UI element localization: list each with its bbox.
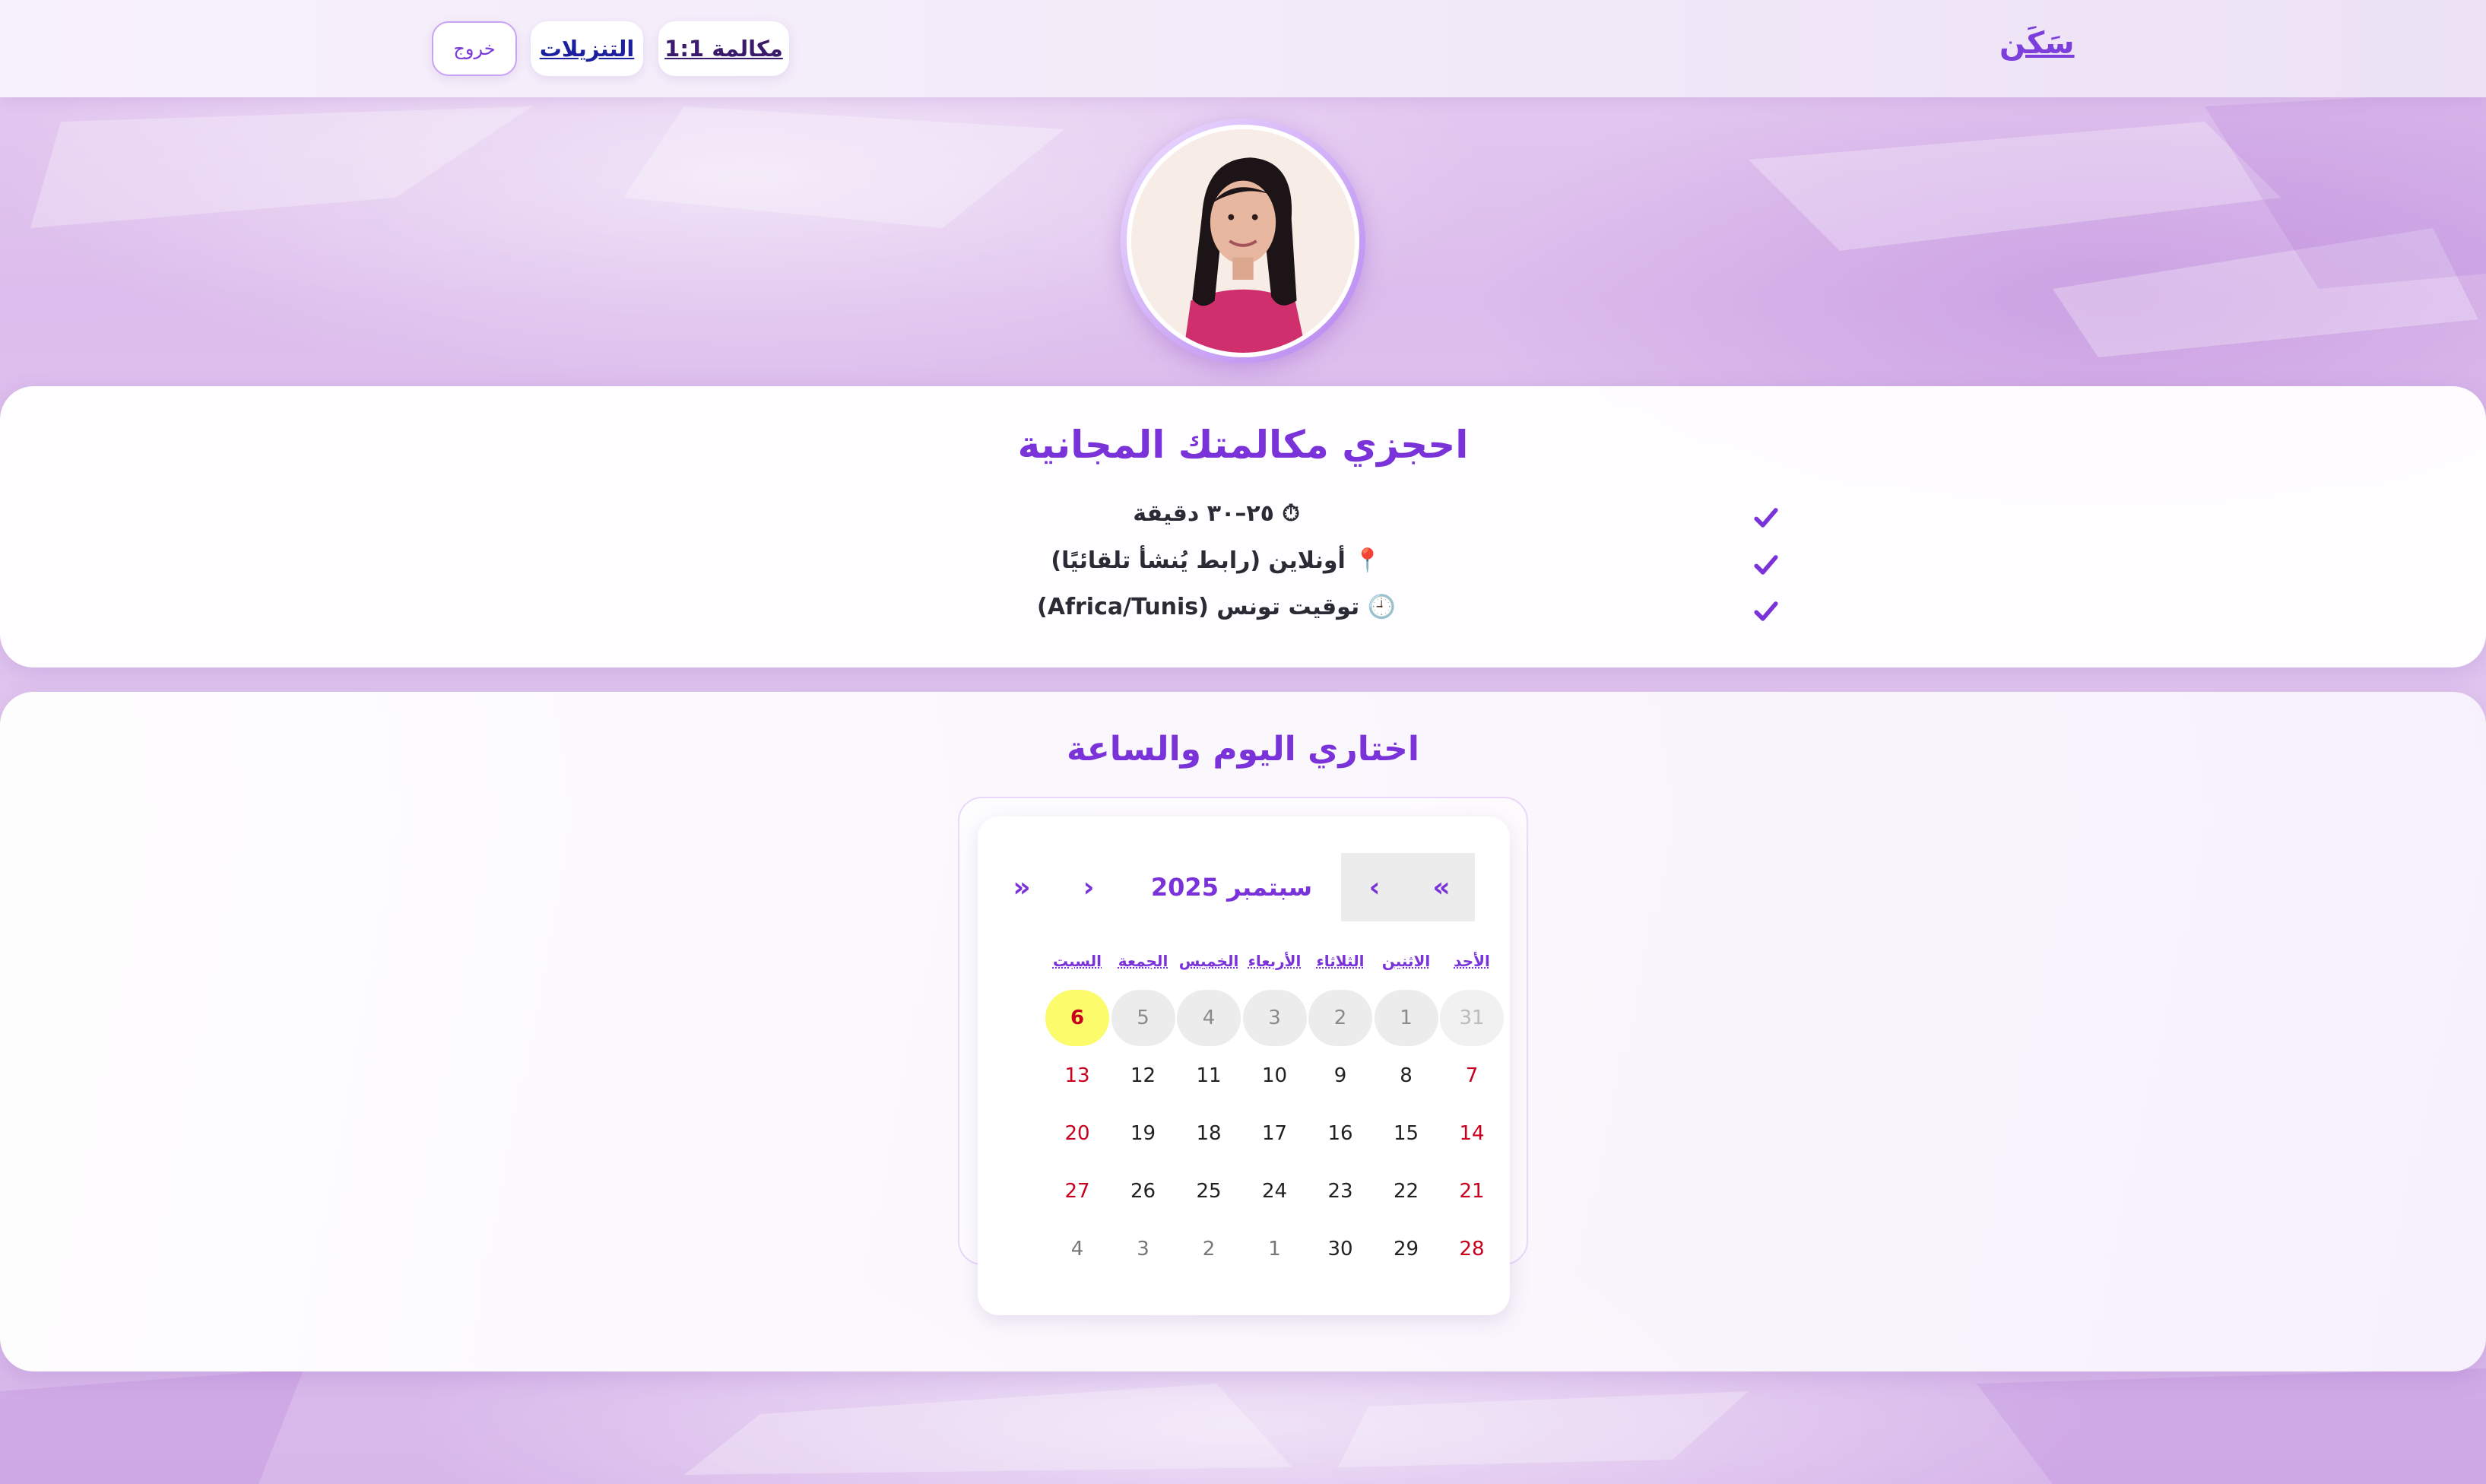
calendar-day[interactable]: 4 <box>1045 1221 1109 1277</box>
info-item-duration: ⏱ ٢٥–٣٠ دقيقة <box>0 500 2486 538</box>
calendar-day[interactable]: 19 <box>1111 1105 1175 1162</box>
weekday-header: السبت <box>1052 952 1102 970</box>
calendar-day[interactable]: 21 <box>1440 1163 1504 1219</box>
calendar-day[interactable]: 8 <box>1375 1048 1438 1104</box>
stopwatch-icon: ⏱ <box>1282 500 1300 527</box>
calendar-day[interactable]: 2 <box>1308 990 1372 1046</box>
info-item-text: أونلاين (رابط يُنشأ تلقائيًا) <box>1051 547 1346 574</box>
calendar-day-today[interactable]: 6 <box>1045 990 1109 1046</box>
calendar-day[interactable]: 22 <box>1375 1163 1438 1219</box>
calendar-day[interactable]: 17 <box>1243 1105 1307 1162</box>
calendar-day[interactable]: 1 <box>1243 1221 1307 1277</box>
booking-title: احجزي مكالمتك المجانية <box>1017 423 1469 467</box>
calendar-day[interactable]: 2 <box>1177 1221 1241 1277</box>
call-booking-link[interactable]: مكالمة 1:1 <box>658 21 789 76</box>
calendar-day[interactable]: 18 <box>1177 1105 1241 1162</box>
calendar-day[interactable]: 24 <box>1243 1163 1307 1219</box>
prev-month-button[interactable]: ‹ <box>1341 853 1408 921</box>
month-year-label[interactable]: سبتمبر 2025 <box>1122 853 1341 921</box>
calendar-day[interactable]: 29 <box>1375 1221 1438 1277</box>
calendar-day[interactable]: 27 <box>1045 1163 1109 1219</box>
calendar-day[interactable]: 4 <box>1177 990 1241 1046</box>
downloads-link[interactable]: التنزيلات <box>531 21 643 76</box>
checkmark-icon <box>1754 555 1778 575</box>
calendar-day[interactable]: 23 <box>1308 1163 1372 1219</box>
next-month-button[interactable]: › <box>1055 853 1122 921</box>
info-item-location: 📍 أونلاين (رابط يُنشأ تلقائيًا) <box>0 547 2486 585</box>
calendar-day[interactable]: 3 <box>1111 1221 1175 1277</box>
info-item-text: ٢٥–٣٠ دقيقة <box>1133 500 1274 527</box>
calendar-day[interactable]: 15 <box>1375 1105 1438 1162</box>
calendar-day[interactable]: 30 <box>1308 1221 1372 1277</box>
calendar-day[interactable]: 20 <box>1045 1105 1109 1162</box>
calendar-day[interactable]: 12 <box>1111 1048 1175 1104</box>
calendar-day[interactable]: 11 <box>1177 1048 1241 1104</box>
calendar-card: اختاري اليوم والساعة « ‹ سبتمبر 2025 › »… <box>0 692 2486 1371</box>
weekday-header: الثلاثاء <box>1316 952 1365 970</box>
calendar-day[interactable]: 25 <box>1177 1163 1241 1219</box>
profile-avatar <box>1127 125 1359 357</box>
info-item-text: توقيت تونس (Africa/Tunis) <box>1037 594 1360 620</box>
calendar-title: اختاري اليوم والساعة <box>1067 730 1419 769</box>
calendar-day[interactable]: 14 <box>1440 1105 1504 1162</box>
calendar-day[interactable]: 13 <box>1045 1048 1109 1104</box>
prev-year-button[interactable]: « <box>1408 853 1475 921</box>
brand-logo-link[interactable]: سَكَن <box>1999 26 2075 61</box>
calendar-day[interactable]: 7 <box>1440 1048 1504 1104</box>
calendar-day[interactable]: 28 <box>1440 1221 1504 1277</box>
weekday-header: الاثنين <box>1381 952 1431 970</box>
pin-icon: 📍 <box>1353 547 1382 574</box>
profile-avatar-frame <box>1121 119 1365 363</box>
weekday-header: الجمعة <box>1118 952 1168 970</box>
calendar-day[interactable]: 1 <box>1374 990 1438 1046</box>
calendar-day[interactable]: 31 <box>1440 990 1504 1046</box>
next-year-button[interactable]: » <box>988 853 1055 921</box>
calendar-day[interactable]: 26 <box>1111 1163 1175 1219</box>
calendar-widget: « ‹ سبتمبر 2025 › » الأحد الاثنين الثلاثاء… <box>978 817 1510 1315</box>
calendar-day[interactable]: 5 <box>1111 990 1175 1046</box>
weekday-header: الأحد <box>1454 952 1490 970</box>
calendar-day[interactable]: 10 <box>1243 1048 1307 1104</box>
calendar-frame: « ‹ سبتمبر 2025 › » الأحد الاثنين الثلاثاء… <box>958 797 1528 1315</box>
checkmark-icon <box>1754 601 1778 621</box>
person-portrait-icon <box>1131 129 1355 353</box>
booking-info-card: احجزي مكالمتك المجانية ⏱ ٢٥–٣٠ دقيقة 📍 أ… <box>0 386 2486 667</box>
weekday-header: الخميس <box>1178 952 1239 970</box>
calendar-day[interactable]: 3 <box>1242 990 1307 1046</box>
weekday-header: الأربعاء <box>1248 952 1302 970</box>
calendar-day[interactable]: 16 <box>1308 1105 1372 1162</box>
info-item-timezone: 🕘 توقيت تونس (Africa/Tunis) <box>0 594 2486 632</box>
calendar-day[interactable]: 9 <box>1308 1048 1372 1104</box>
checkmark-icon <box>1754 508 1778 528</box>
clock-icon: 🕘 <box>1367 594 1396 620</box>
logout-button[interactable]: خروج <box>432 21 517 76</box>
top-navbar: سَكَن مكالمة 1:1 التنزيلات خروج <box>0 0 2486 97</box>
